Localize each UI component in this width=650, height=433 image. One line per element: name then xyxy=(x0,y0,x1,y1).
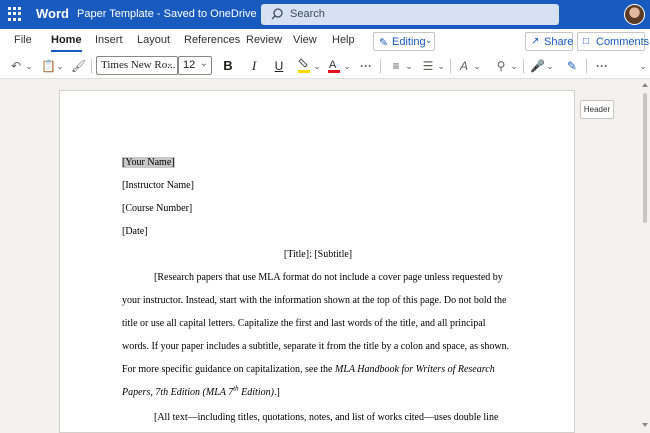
tab-file[interactable]: File xyxy=(14,34,32,46)
app-launcher-icon[interactable] xyxy=(8,7,22,21)
divider xyxy=(586,59,587,73)
tab-references[interactable]: References xyxy=(184,34,240,46)
editing-mode-button[interactable]: ✎ Editing ⌄ xyxy=(373,32,435,51)
vertical-scrollbar[interactable] xyxy=(640,79,650,433)
ribbon-tabs: File Home Insert Layout References Revie… xyxy=(0,29,650,53)
paragraph-line[interactable]: [Research papers that use MLA format do … xyxy=(154,272,503,283)
course-line[interactable]: [Course Number] xyxy=(122,203,192,214)
avatar[interactable] xyxy=(624,4,645,25)
pencil-icon: ✎ xyxy=(379,37,389,49)
tab-layout[interactable]: Layout xyxy=(137,34,170,46)
comments-label: Comments xyxy=(596,36,650,48)
home-toolbar: ↶ ⌄ 📋 ⌄ 🖌 Times New Ro... ⌄ 12 ⌄ B I U ⌄… xyxy=(0,53,650,79)
font-color-icon[interactable]: A xyxy=(327,57,341,75)
document-title-text: Paper Template xyxy=(77,8,154,20)
share-button[interactable]: ↗ Share xyxy=(525,32,573,51)
format-painter-icon[interactable]: 🖌 xyxy=(71,57,86,75)
font-family-value: Times New Ro... xyxy=(101,59,176,71)
document-page[interactable]: [Your Name] [Instructor Name] [Course Nu… xyxy=(59,90,575,433)
paragraph-line[interactable]: [All text—including titles, quotations, … xyxy=(154,412,498,423)
undo-icon[interactable]: ↶ xyxy=(9,57,23,75)
chevron-down-icon[interactable]: ⌄ xyxy=(24,57,34,75)
paragraph-line[interactable]: Papers, 7th Edition (MLA 7th Edition).] xyxy=(122,384,280,398)
save-status: Saved to OneDrive xyxy=(163,8,257,20)
chevron-down-icon: ⌄ xyxy=(425,35,433,45)
instructor-line[interactable]: [Instructor Name] xyxy=(122,180,194,191)
share-icon: ↗ xyxy=(531,36,540,47)
scroll-down-icon[interactable] xyxy=(642,423,648,427)
paper-title[interactable]: [Title]: [Subtitle] xyxy=(60,249,576,260)
handbook-title: MLA Handbook for Writers of Research xyxy=(334,364,495,375)
divider xyxy=(450,59,451,73)
underline-button[interactable]: U xyxy=(272,57,286,75)
tab-view[interactable]: View xyxy=(293,34,317,46)
chevron-down-icon[interactable]: ⌄ xyxy=(404,57,414,75)
chevron-down-icon[interactable]: ⌄ xyxy=(509,57,519,75)
search-icon xyxy=(271,8,283,20)
paragraph-line[interactable]: title or use all capital letters. Capita… xyxy=(122,318,486,329)
tab-help[interactable]: Help xyxy=(332,34,355,46)
editor-icon[interactable]: ✎ xyxy=(565,57,579,75)
paragraph-text: .] xyxy=(273,387,280,398)
dictate-icon[interactable]: 🎤 xyxy=(530,57,545,75)
app-name[interactable]: Word xyxy=(36,6,69,21)
collapse-ribbon-icon[interactable]: ⌄ xyxy=(638,57,648,75)
comments-button[interactable]: □ Comments xyxy=(577,32,649,51)
align-icon[interactable]: ☰ xyxy=(421,57,435,75)
font-size-select[interactable]: 12 ⌄ xyxy=(178,56,212,75)
chevron-down-icon: ⌄ xyxy=(165,58,174,69)
tab-review[interactable]: Review xyxy=(246,34,282,46)
share-label: Share xyxy=(544,36,574,48)
chevron-down-icon[interactable]: ⌄ xyxy=(472,57,482,75)
chevron-down-icon: ⌄ xyxy=(199,58,208,69)
chevron-down-icon[interactable]: ⌄ xyxy=(342,57,352,75)
header-button[interactable]: Header xyxy=(580,100,614,119)
italic-button[interactable]: I xyxy=(247,57,261,75)
tab-insert[interactable]: Insert xyxy=(95,34,123,46)
styles-icon[interactable]: A xyxy=(457,57,471,75)
divider xyxy=(523,59,524,73)
paragraph-text: For more specific guidance on capitaliza… xyxy=(122,364,335,375)
find-icon[interactable]: ⚲ xyxy=(494,57,508,75)
more-font-options-icon[interactable]: ··· xyxy=(358,57,374,75)
bold-button[interactable]: B xyxy=(221,57,235,75)
paste-icon[interactable]: 📋 xyxy=(41,57,56,75)
tab-home[interactable]: Home xyxy=(51,34,82,52)
handbook-title-cont: Papers, 7th Edition (MLA 7th Edition) xyxy=(122,384,274,398)
chevron-down-icon[interactable]: ⌄ xyxy=(545,57,555,75)
comment-icon: □ xyxy=(583,36,590,47)
title-bar: Word Paper Template - Saved to OneDrive … xyxy=(0,0,650,29)
divider xyxy=(380,59,381,73)
divider xyxy=(91,59,92,73)
font-size-value: 12 xyxy=(183,59,196,71)
document-title[interactable]: Paper Template - Saved to OneDrive ⌄ xyxy=(77,8,267,20)
more-options-icon[interactable]: ··· xyxy=(594,57,610,75)
paragraph-line[interactable]: your instructor. Instead, start with the… xyxy=(122,295,506,306)
selected-text[interactable]: [Your Name] xyxy=(122,157,175,168)
search-input[interactable]: Search xyxy=(261,4,559,25)
font-family-select[interactable]: Times New Ro... ⌄ xyxy=(96,56,178,75)
date-line[interactable]: [Date] xyxy=(122,226,148,237)
scrollbar-thumb[interactable] xyxy=(643,93,647,223)
editing-mode-label: Editing xyxy=(392,36,426,48)
chevron-down-icon[interactable]: ⌄ xyxy=(55,57,65,75)
scroll-up-icon[interactable] xyxy=(642,83,648,87)
chevron-down-icon[interactable]: ⌄ xyxy=(436,57,446,75)
highlight-icon[interactable] xyxy=(297,57,311,75)
svg-text:A: A xyxy=(329,59,337,71)
your-name-line[interactable]: [Your Name] xyxy=(122,157,175,168)
paragraph-line[interactable]: words. If your paper includes a subtitle… xyxy=(122,341,509,352)
chevron-down-icon[interactable]: ⌄ xyxy=(312,57,322,75)
bullets-icon[interactable]: ≡ xyxy=(389,57,403,75)
search-placeholder: Search xyxy=(290,8,325,20)
paragraph-line[interactable]: For more specific guidance on capitaliza… xyxy=(122,364,495,375)
